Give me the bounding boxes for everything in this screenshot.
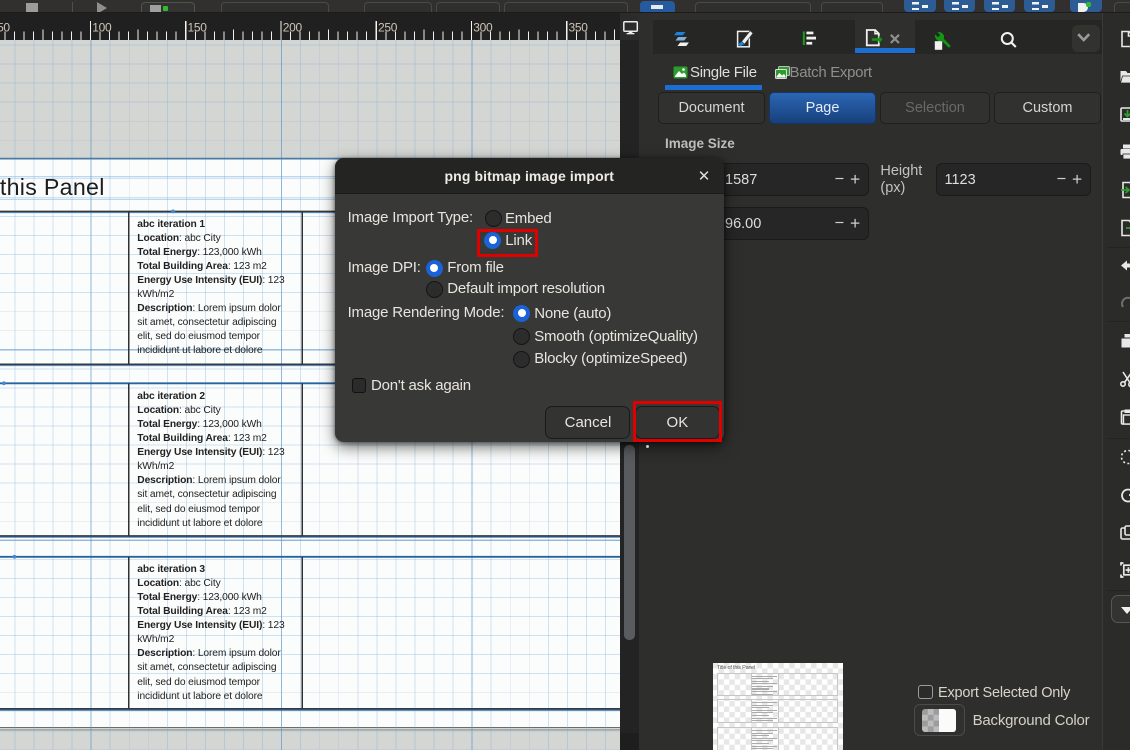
svg-text:300: 300 bbox=[473, 20, 493, 34]
svg-text:350: 350 bbox=[569, 20, 589, 34]
svg-text:150: 150 bbox=[188, 20, 208, 34]
svg-text:250: 250 bbox=[378, 20, 398, 34]
svg-text:50: 50 bbox=[0, 20, 10, 34]
svg-text:100: 100 bbox=[92, 20, 112, 34]
svg-text:200: 200 bbox=[283, 20, 303, 34]
